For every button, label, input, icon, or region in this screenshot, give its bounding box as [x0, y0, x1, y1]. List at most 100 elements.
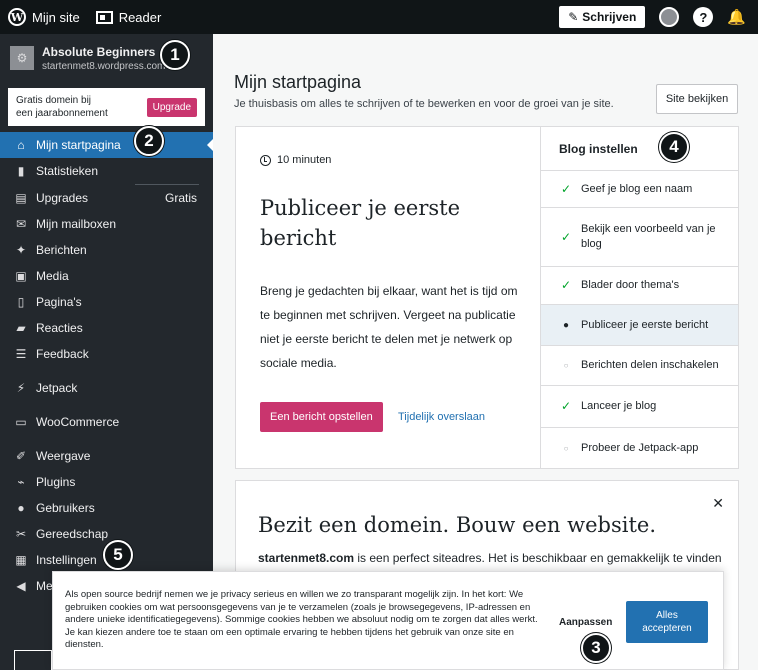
sidebar-item-label: Statistieken — [36, 164, 99, 178]
upgrade-text-line-2: een jaarabonnement — [16, 108, 108, 119]
domain-card-title: Bezit een domein. Bouw een website. — [258, 513, 657, 537]
pen-icon: ✎ — [568, 10, 579, 24]
check-icon: ✓ — [560, 278, 572, 292]
pages-icon: ▯ — [17, 295, 25, 309]
upgrade-button[interactable]: Upgrade — [146, 97, 197, 117]
sidebar-item-feedback[interactable]: ☰ Feedback — [0, 341, 213, 367]
sidebar-item-tools[interactable]: ✂ Gereedschap — [0, 521, 213, 547]
sidebar-item-mailboxes[interactable]: ✉ Mijn mailboxen — [0, 211, 213, 237]
pending-dot-icon: ○ — [563, 361, 569, 370]
pin-icon: ✦ — [15, 243, 27, 257]
checklist-step[interactable]: ✓ Lanceer je blog — [541, 386, 738, 428]
write-post-button[interactable]: Een bericht opstellen — [260, 402, 383, 432]
reader-icon — [95, 10, 113, 24]
reader-button[interactable]: Reader — [88, 0, 170, 34]
callout-3: 3 — [581, 633, 611, 663]
task-duration: 10 minuten — [260, 154, 331, 166]
task-title: Publiceer je eerste bericht — [260, 196, 461, 250]
step-label: Blader door thema's — [581, 279, 680, 291]
upgrade-text-line-1: Gratis domein bij — [16, 95, 92, 106]
checklist-step[interactable]: ✓ Bekijk een voorbeeld van je blog — [541, 208, 738, 267]
sidebar-item-label: Weergave — [36, 449, 91, 463]
avatar[interactable] — [659, 7, 680, 27]
sidebar-item-label: Feedback — [36, 347, 89, 361]
step-label: Probeer de Jetpack-app — [581, 441, 699, 454]
sidebar-item-label: Jetpack — [36, 381, 78, 395]
woo-icon: ▭ — [15, 415, 27, 429]
callout-2: 2 — [134, 126, 164, 156]
callout-1: 1 — [160, 40, 190, 70]
step-label: Geef je blog een naam — [581, 182, 693, 195]
notifications-icon[interactable]: 🔔 — [727, 8, 746, 26]
checklist-step[interactable]: ○ Probeer de Jetpack-app — [541, 428, 738, 468]
sidebar-item-label: WooCommerce — [36, 415, 120, 429]
sidebar-item-label: Plugins — [36, 475, 76, 489]
write-label: Schrijven — [582, 10, 637, 24]
my-site-button[interactable]: W Mijn site — [0, 0, 88, 34]
media-icon: ▣ — [15, 269, 27, 283]
write-button[interactable]: ✎ Schrijven — [559, 6, 646, 28]
cookie-customize-button[interactable]: Aanpassen — [559, 617, 612, 628]
sidebar-item-label: Berichten — [36, 243, 87, 257]
checklist-title: Blog instellen — [541, 127, 738, 171]
step-label: Berichten delen inschakelen — [581, 359, 719, 371]
step-label: Bekijk een voorbeeld van je blog — [581, 223, 716, 250]
check-icon: ✓ — [560, 229, 572, 244]
cookie-text: Als open source bedrijf nemen we je priv… — [65, 589, 538, 650]
sidebar-item-label: Instellingen — [36, 553, 97, 567]
view-site-button[interactable]: Site bekijken — [656, 84, 738, 114]
site-url: startenmet8.wordpress.com — [42, 60, 166, 72]
current-dot-icon: ● — [562, 319, 570, 331]
users-icon: ● — [17, 501, 25, 515]
checklist-step[interactable]: ○ Berichten delen inschakelen — [541, 346, 738, 386]
upgrade-nudge: Gratis domein bij een jaarabonnement Upg… — [8, 88, 205, 126]
sidebar-item-home[interactable]: ⌂ Mijn startpagina — [0, 132, 213, 158]
help-icon[interactable]: ? — [693, 7, 714, 27]
sidebar-item-label: Mijn mailboxen — [36, 217, 117, 231]
skip-link[interactable]: Tijdelijk overslaan — [398, 411, 485, 423]
sidebar-item-users[interactable]: ● Gebruikers — [0, 495, 213, 521]
brush-icon: ✐ — [15, 449, 27, 463]
upgrade-text: Gratis domein bij een jaarabonnement — [16, 94, 108, 120]
clock-icon — [260, 154, 271, 166]
step-label: Lanceer je blog — [581, 400, 657, 412]
tools-icon: ✂ — [15, 527, 27, 541]
check-icon: ✓ — [560, 181, 572, 196]
sidebar-item-appearance[interactable]: ✐ Weergave — [0, 443, 213, 469]
sidebar-bottom-button[interactable] — [14, 650, 52, 670]
sidebar-item-stats[interactable]: ▮ Statistieken — [0, 158, 213, 184]
cookie-accept-all-button[interactable]: Alles accepteren — [626, 601, 708, 643]
accept-label-line-2: accepteren — [642, 623, 692, 634]
close-icon[interactable]: ✕ — [712, 495, 724, 512]
sidebar-item-label: Upgrades — [36, 191, 89, 205]
sidebar-item-label: Media — [36, 269, 69, 283]
domain-name: startenmet8.com — [258, 551, 355, 565]
wordpress-logo-icon: W — [8, 8, 26, 26]
checklist-step-current[interactable]: ● Publiceer je eerste bericht — [541, 305, 738, 346]
sidebar-item-posts[interactable]: ✦ Berichten — [0, 237, 213, 263]
checklist-step[interactable]: ✓ Blader door thema's — [541, 267, 738, 305]
sidebar-item-plugins[interactable]: ⌁ Plugins — [0, 469, 213, 495]
free-badge: Gratis — [164, 191, 197, 205]
top-bar: W Mijn site Reader ✎ Schrijven ? 🔔 — [0, 0, 758, 34]
sidebar-item-pages[interactable]: ▯ Pagina's — [0, 289, 213, 315]
setup-checklist: Blog instellen ✓ Geef je blog een naam ✓… — [540, 127, 738, 468]
sidebar-item-label: Gereedschap — [36, 527, 109, 541]
site-name: Absolute Beginners — [42, 44, 156, 59]
my-site-label: Mijn site — [32, 9, 80, 25]
upgrades-icon: ▤ — [15, 191, 27, 205]
checklist-step[interactable]: ✓ Geef je blog een naam — [541, 171, 738, 208]
sidebar-item-jetpack[interactable]: ⚡ Jetpack — [0, 375, 213, 401]
page-title: Mijn startpagina — [234, 72, 362, 92]
callout-4: 4 — [659, 132, 689, 162]
home-icon: ⌂ — [17, 138, 25, 152]
task-card: 10 minuten Publiceer je eerste bericht B… — [235, 126, 739, 469]
sidebar-item-comments[interactable]: ▰ Reacties — [0, 315, 213, 341]
cookie-banner: Als open source bedrijf nemen we je priv… — [52, 571, 724, 670]
feedback-icon: ☰ — [15, 347, 27, 361]
task-content: 10 minuten Publiceer je eerste bericht B… — [236, 127, 540, 468]
sidebar-item-media[interactable]: ▣ Media — [0, 263, 213, 289]
sidebar-item-woocommerce[interactable]: ▭ WooCommerce — [0, 409, 213, 435]
reader-label: Reader — [118, 9, 162, 25]
sidebar-item-upgrades[interactable]: ▤ Upgrades Gratis — [0, 185, 213, 211]
